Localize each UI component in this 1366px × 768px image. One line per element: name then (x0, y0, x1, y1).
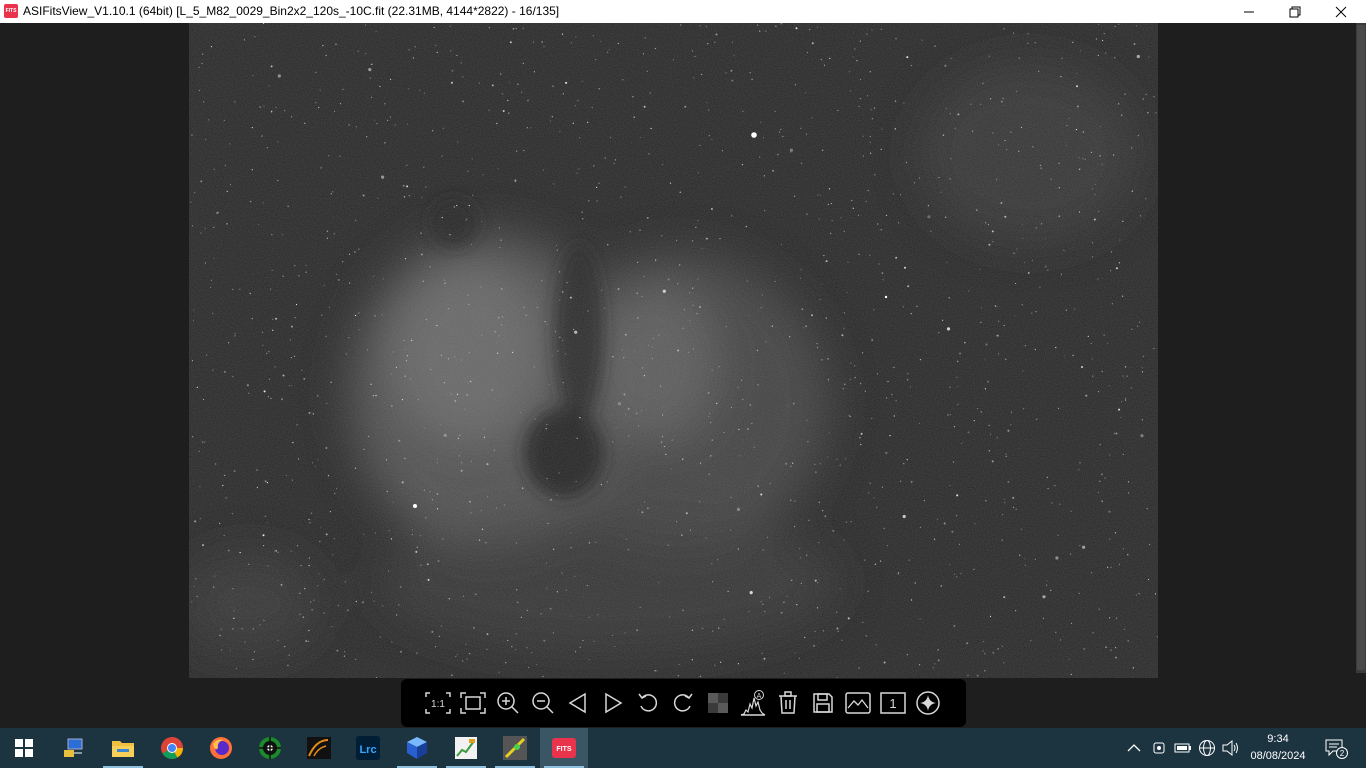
window-title: ASIFitsView_V1.10.1 (64bit) [L_5_M82_002… (23, 4, 560, 18)
taskbar-network-tool[interactable] (50, 728, 98, 768)
taskbar-file-explorer[interactable] (99, 728, 147, 768)
chevron-up-icon (1127, 744, 1141, 752)
image-icon (845, 692, 871, 714)
battery-tray-button[interactable] (1172, 728, 1194, 768)
location-tray-button[interactable] (1148, 728, 1170, 768)
scrollbar-thumb[interactable] (1357, 25, 1365, 670)
save-icon (813, 693, 833, 713)
svg-text:A: A (757, 693, 762, 700)
svg-text:Lrc: Lrc (359, 744, 376, 756)
rotate-left-button[interactable] (634, 689, 662, 717)
taskbar-chrome[interactable] (148, 728, 196, 768)
fits-app-icon: FITS (4, 4, 18, 18)
triangle-right-icon (605, 692, 623, 714)
close-icon (1335, 6, 1347, 17)
taskbar-image-viewer[interactable] (442, 728, 490, 768)
firefox-icon (210, 737, 232, 759)
clock-time: 9:34 (1267, 733, 1289, 745)
fits-app-taskbar-icon: FITS (552, 738, 576, 758)
single-frame-icon: 1 (880, 692, 906, 714)
taskbar-sharpcap[interactable] (295, 728, 343, 768)
close-button[interactable] (1318, 0, 1364, 23)
battery-icon (1174, 743, 1191, 753)
delete-button[interactable] (774, 689, 802, 717)
minimize-button[interactable] (1226, 0, 1272, 23)
start-button[interactable] (0, 728, 48, 768)
fits-image[interactable] (189, 23, 1158, 678)
clock-date: 08/08/2024 (1250, 750, 1306, 762)
title-bar: FITS ASIFitsView_V1.10.1 (64bit) [L_5_M8… (0, 0, 1366, 23)
svg-text:1: 1 (889, 696, 896, 711)
network-tray-button[interactable] (1196, 728, 1218, 768)
restore-button[interactable] (1272, 0, 1318, 23)
bayer-grid-icon (708, 693, 728, 713)
taskbar-photo-app[interactable] (491, 728, 539, 768)
show-hidden-icons-button[interactable] (1124, 728, 1144, 768)
taskbar-firefox[interactable] (197, 728, 245, 768)
fit-window-icon (460, 692, 486, 714)
zoom-in-button[interactable] (494, 689, 522, 717)
zoom-out-button[interactable] (529, 689, 557, 717)
taskbar-asifitsview[interactable]: FITS (540, 728, 588, 768)
next-image-button[interactable] (599, 689, 627, 717)
taskbar-lightroom[interactable]: Lrc (344, 728, 392, 768)
speaker-icon (1222, 740, 1238, 756)
histogram-auto-icon: A (740, 690, 766, 716)
device-icon (1153, 742, 1165, 754)
notification-icon: 2 (1325, 739, 1348, 759)
previous-image-button[interactable] (564, 689, 592, 717)
viewer-toolbar: 1:1 A 1 (401, 679, 966, 727)
trash-icon (779, 691, 797, 714)
taskbar-3d-app[interactable] (393, 728, 441, 768)
windows-logo-icon (15, 739, 33, 757)
zoom-in-icon (497, 692, 519, 714)
taskbar-clock[interactable]: 9:34 08/08/2024 (1244, 731, 1312, 765)
minimize-icon (1244, 11, 1254, 12)
actual-size-button[interactable]: 1:1 (424, 689, 452, 717)
taskbar-phd2[interactable] (246, 728, 294, 768)
image-preview-button[interactable] (844, 689, 872, 717)
network-computer-icon (64, 738, 83, 757)
star-detect-button[interactable] (914, 689, 942, 717)
image-chart-icon (455, 737, 477, 759)
volume-tray-button[interactable] (1220, 728, 1242, 768)
restore-icon (1289, 6, 1301, 17)
rotate-right-icon (673, 693, 693, 712)
cube-icon (407, 737, 427, 759)
fit-window-button[interactable] (459, 689, 487, 717)
folder-icon (112, 741, 134, 757)
triangle-left-icon (568, 692, 586, 714)
notification-center-button[interactable]: 2 (1320, 728, 1352, 768)
photo-processing-icon (503, 736, 527, 760)
sharpcap-icon (307, 737, 331, 759)
svg-text:1:1: 1:1 (431, 699, 445, 710)
svg-text:FITS: FITS (556, 746, 571, 753)
zoom-out-icon (532, 692, 554, 714)
save-button[interactable] (809, 689, 837, 717)
actual-size-icon: 1:1 (425, 692, 451, 714)
debayer-button[interactable] (704, 689, 732, 717)
lightroom-icon: Lrc (356, 736, 380, 760)
rotate-left-icon (638, 693, 658, 712)
svg-text:2: 2 (1340, 749, 1345, 758)
guiding-target-icon (259, 737, 281, 759)
star-sparkle-icon (916, 691, 940, 715)
rotate-right-button[interactable] (669, 689, 697, 717)
single-view-button[interactable]: 1 (879, 689, 907, 717)
chrome-icon (161, 737, 183, 759)
globe-network-icon (1199, 740, 1215, 756)
taskbar: Lrc FITS 9:34 08/08/2024 2 (0, 728, 1366, 768)
auto-stretch-button[interactable]: A (739, 689, 767, 717)
